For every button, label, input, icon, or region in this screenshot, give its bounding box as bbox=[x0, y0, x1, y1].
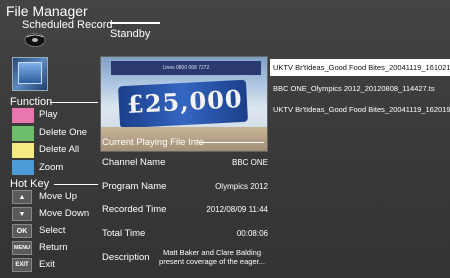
function-delete-all[interactable] bbox=[12, 143, 34, 158]
info-label: Channel Name bbox=[102, 157, 166, 168]
function-delete-one[interactable] bbox=[12, 126, 34, 141]
info-description-value: Matt Baker and Clare Balding present cov… bbox=[159, 248, 265, 266]
info-value: Olympics 2012 bbox=[215, 182, 268, 191]
function-zoom[interactable] bbox=[12, 160, 34, 175]
info-total-row: Total Time 00:08:06 bbox=[102, 228, 268, 242]
info-value: 2012/08/09 11:44 bbox=[206, 205, 268, 214]
info-label: Description bbox=[102, 252, 150, 263]
function-divider bbox=[50, 102, 98, 103]
function-play[interactable] bbox=[12, 108, 34, 123]
info-heading: Current Playing File Into bbox=[102, 137, 204, 148]
info-label: Recorded Time bbox=[102, 204, 167, 215]
info-recorded-row: Recorded Time 2012/08/09 11:44 bbox=[102, 204, 268, 218]
hotkey-label: Exit bbox=[39, 259, 55, 270]
hotkey-divider bbox=[54, 184, 98, 185]
file-manager-screen: File Manager Scheduled Record Standby Fu… bbox=[0, 0, 450, 278]
folder-thumbnail-icon bbox=[12, 57, 48, 91]
function-play-label: Play bbox=[39, 109, 58, 120]
preview-top-text: Lines 0800 068 7272 bbox=[111, 61, 261, 75]
green-key-icon bbox=[12, 126, 34, 141]
exit-key-icon: EXIT bbox=[12, 258, 32, 272]
header-divider bbox=[110, 22, 160, 24]
status-text: Standby bbox=[110, 28, 151, 40]
preview-amount: £25,000 bbox=[126, 83, 244, 120]
hotkey-label: Return bbox=[39, 242, 68, 253]
menu-key-icon: MENU bbox=[12, 241, 32, 255]
yellow-key-icon bbox=[12, 143, 34, 158]
info-channel-row: Channel Name BBC ONE bbox=[102, 157, 268, 171]
blue-key-icon bbox=[12, 160, 34, 175]
info-value: BBC ONE bbox=[231, 158, 268, 167]
hotkey-label: Move Up bbox=[39, 191, 78, 202]
file-list-item[interactable]: UKTV Br'tIdeas_Good Food Bites_20041119_… bbox=[270, 59, 450, 76]
ok-key-icon: OK bbox=[12, 224, 32, 238]
disc-icon bbox=[24, 33, 46, 47]
hotkey-label: Move Down bbox=[39, 208, 90, 219]
info-description-row: Description Matt Baker and Clare Balding… bbox=[102, 248, 268, 266]
app-title: File Manager bbox=[6, 3, 88, 19]
info-program-row: Program Name Olympics 2012 bbox=[102, 181, 268, 195]
up-arrow-icon: ▲ bbox=[12, 190, 32, 204]
info-label: Total Time bbox=[102, 228, 146, 239]
function-delete-one-label: Delete One bbox=[39, 127, 88, 138]
red-key-icon bbox=[12, 108, 34, 123]
function-zoom-label: Zoom bbox=[39, 162, 64, 173]
down-arrow-icon: ▼ bbox=[12, 207, 32, 221]
hotkey-label: Select bbox=[39, 225, 66, 236]
hotkey-heading: Hot Key bbox=[10, 178, 50, 190]
info-label: Program Name bbox=[102, 181, 167, 192]
file-list-item[interactable]: UKTV Br'tIdeas_Good Food Bites_20041119_… bbox=[270, 101, 450, 118]
file-list-item[interactable]: BBC ONE_Olympics 2012_20120808_114427.ts bbox=[270, 80, 450, 97]
info-value: 00:08:06 bbox=[236, 229, 268, 238]
function-delete-all-label: Delete All bbox=[39, 144, 80, 155]
subtitle: Scheduled Record bbox=[22, 19, 113, 31]
info-divider bbox=[198, 142, 264, 143]
function-heading: Function bbox=[10, 96, 53, 108]
